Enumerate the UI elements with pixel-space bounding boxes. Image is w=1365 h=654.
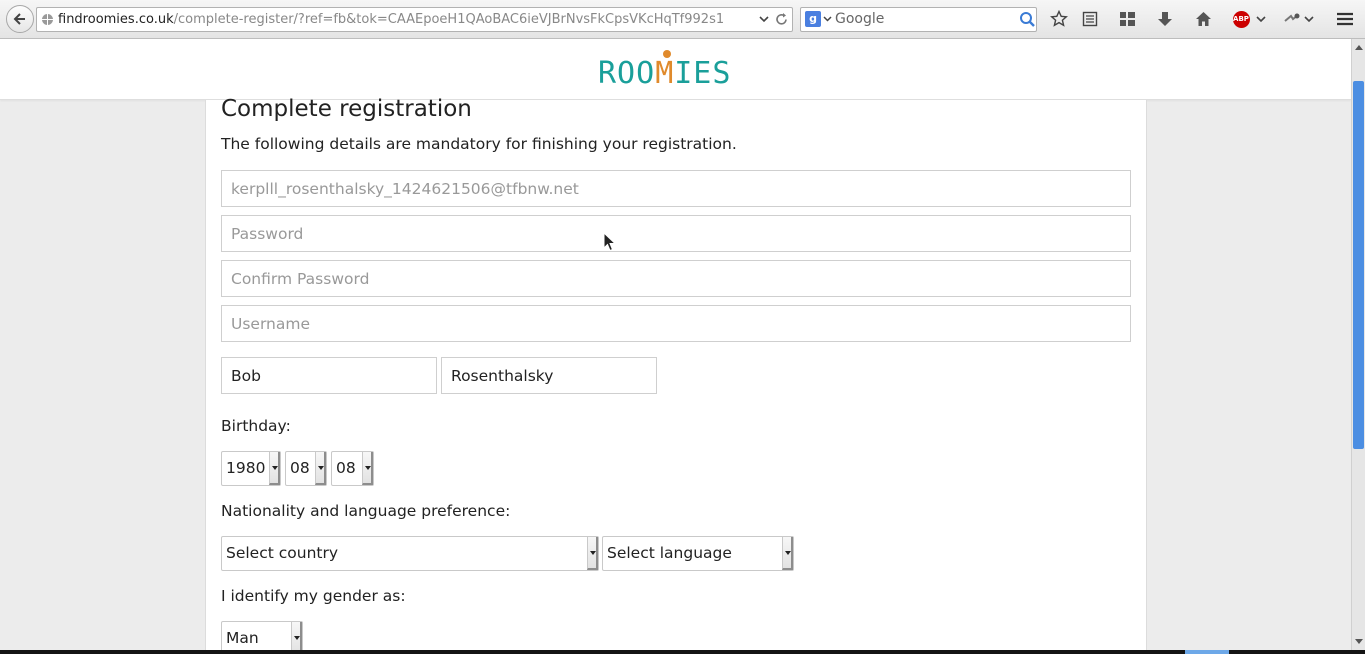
reload-icon[interactable] <box>774 12 789 27</box>
adblock-menu-button[interactable] <box>1255 9 1267 29</box>
chevron-down-icon <box>1304 15 1314 22</box>
country-select[interactable]: Select country <box>221 536 599 571</box>
language-select-value: Select language <box>607 544 732 562</box>
first-name-field[interactable] <box>221 357 437 394</box>
chevron-down-icon <box>315 452 326 485</box>
gender-select-value: Man <box>226 629 259 647</box>
registration-card: Complete registration The following deta… <box>205 96 1147 654</box>
chevron-down-icon <box>269 452 280 485</box>
chevron-down-icon[interactable] <box>759 16 769 23</box>
birth-month-value: 08 <box>290 459 310 477</box>
list-icon <box>1082 11 1098 27</box>
magnifier-icon[interactable] <box>1019 11 1036 28</box>
gender-label: I identify my gender as: <box>221 587 406 605</box>
star-icon <box>1050 10 1068 27</box>
chevron-down-icon <box>587 537 598 570</box>
language-select[interactable]: Select language <box>602 536 794 571</box>
logo-m: M <box>655 50 675 91</box>
chevron-down-icon <box>362 452 373 485</box>
scroll-down-button[interactable] <box>1352 634 1365 648</box>
browser-toolbar: findroomies.co.uk/complete-register/?ref… <box>0 0 1365 39</box>
page-scrollbar[interactable] <box>1351 39 1365 650</box>
birthday-label: Birthday: <box>221 417 291 435</box>
extension-button[interactable] <box>1282 9 1302 29</box>
chevron-down-icon <box>1354 638 1363 644</box>
google-icon[interactable]: g <box>805 11 821 27</box>
chevron-up-icon <box>1354 44 1363 50</box>
adblock-icon: ABP <box>1232 10 1250 28</box>
address-bar[interactable]: findroomies.co.uk/complete-register/?ref… <box>36 7 793 32</box>
back-arrow-icon <box>13 13 25 25</box>
taskbar-edge <box>0 650 1365 654</box>
reading-list-button[interactable] <box>1080 9 1100 29</box>
downloads-button[interactable] <box>1155 9 1175 29</box>
chevron-down-icon[interactable] <box>823 16 832 22</box>
home-button[interactable] <box>1193 9 1213 29</box>
menu-button[interactable] <box>1335 9 1355 29</box>
chevron-down-icon <box>1256 15 1266 22</box>
password-field[interactable] <box>221 215 1131 252</box>
birth-year-value: 1980 <box>226 459 266 477</box>
birth-month-select[interactable]: 08 <box>285 451 327 486</box>
birth-day-value: 08 <box>336 459 356 477</box>
country-select-value: Select country <box>226 544 339 562</box>
grid-icon <box>1119 12 1135 26</box>
url-host: findroomies.co.uk <box>58 12 174 27</box>
adblock-button[interactable]: ABP <box>1231 9 1251 29</box>
birth-year-select[interactable]: 1980 <box>221 451 281 486</box>
username-field[interactable] <box>221 305 1131 342</box>
address-text[interactable]: findroomies.co.uk/complete-register/?ref… <box>58 12 758 27</box>
scroll-thumb[interactable] <box>1353 81 1364 449</box>
page-viewport: ROO M IES Complete registration The follow… <box>0 39 1351 654</box>
home-icon <box>1195 12 1211 26</box>
scroll-up-button[interactable] <box>1352 40 1365 54</box>
extension-icon <box>1284 13 1300 22</box>
globe-icon <box>42 14 53 25</box>
last-name-field[interactable] <box>441 357 657 394</box>
search-bar[interactable]: g <box>800 7 1037 32</box>
chevron-down-icon <box>782 537 793 570</box>
site-header: ROO M IES <box>0 39 1351 100</box>
logo-text-end: IES <box>674 56 732 91</box>
hamburger-icon <box>1337 12 1353 26</box>
logo-text-start: ROO <box>598 56 656 91</box>
logo-m-letter: M <box>655 56 675 91</box>
birth-day-select[interactable]: 08 <box>331 451 374 486</box>
bookmark-button[interactable] <box>1049 9 1069 29</box>
back-button[interactable] <box>6 5 34 33</box>
page-title: Complete registration <box>221 96 472 122</box>
extension-menu-button[interactable] <box>1302 9 1316 29</box>
confirm-password-field[interactable] <box>221 260 1131 297</box>
email-field[interactable] <box>221 170 1131 207</box>
roomies-logo[interactable]: ROO M IES <box>598 50 732 91</box>
form-subtitle: The following details are mandatory for … <box>221 135 737 153</box>
apps-button[interactable] <box>1117 9 1137 29</box>
search-input[interactable] <box>835 10 1015 28</box>
nationality-label: Nationality and language preference: <box>221 502 511 520</box>
taskbar-accent <box>1185 650 1229 654</box>
download-arrow-icon <box>1158 11 1172 26</box>
url-path: /complete-register/?ref=fb&tok=CAAEpoeH1… <box>173 12 725 27</box>
